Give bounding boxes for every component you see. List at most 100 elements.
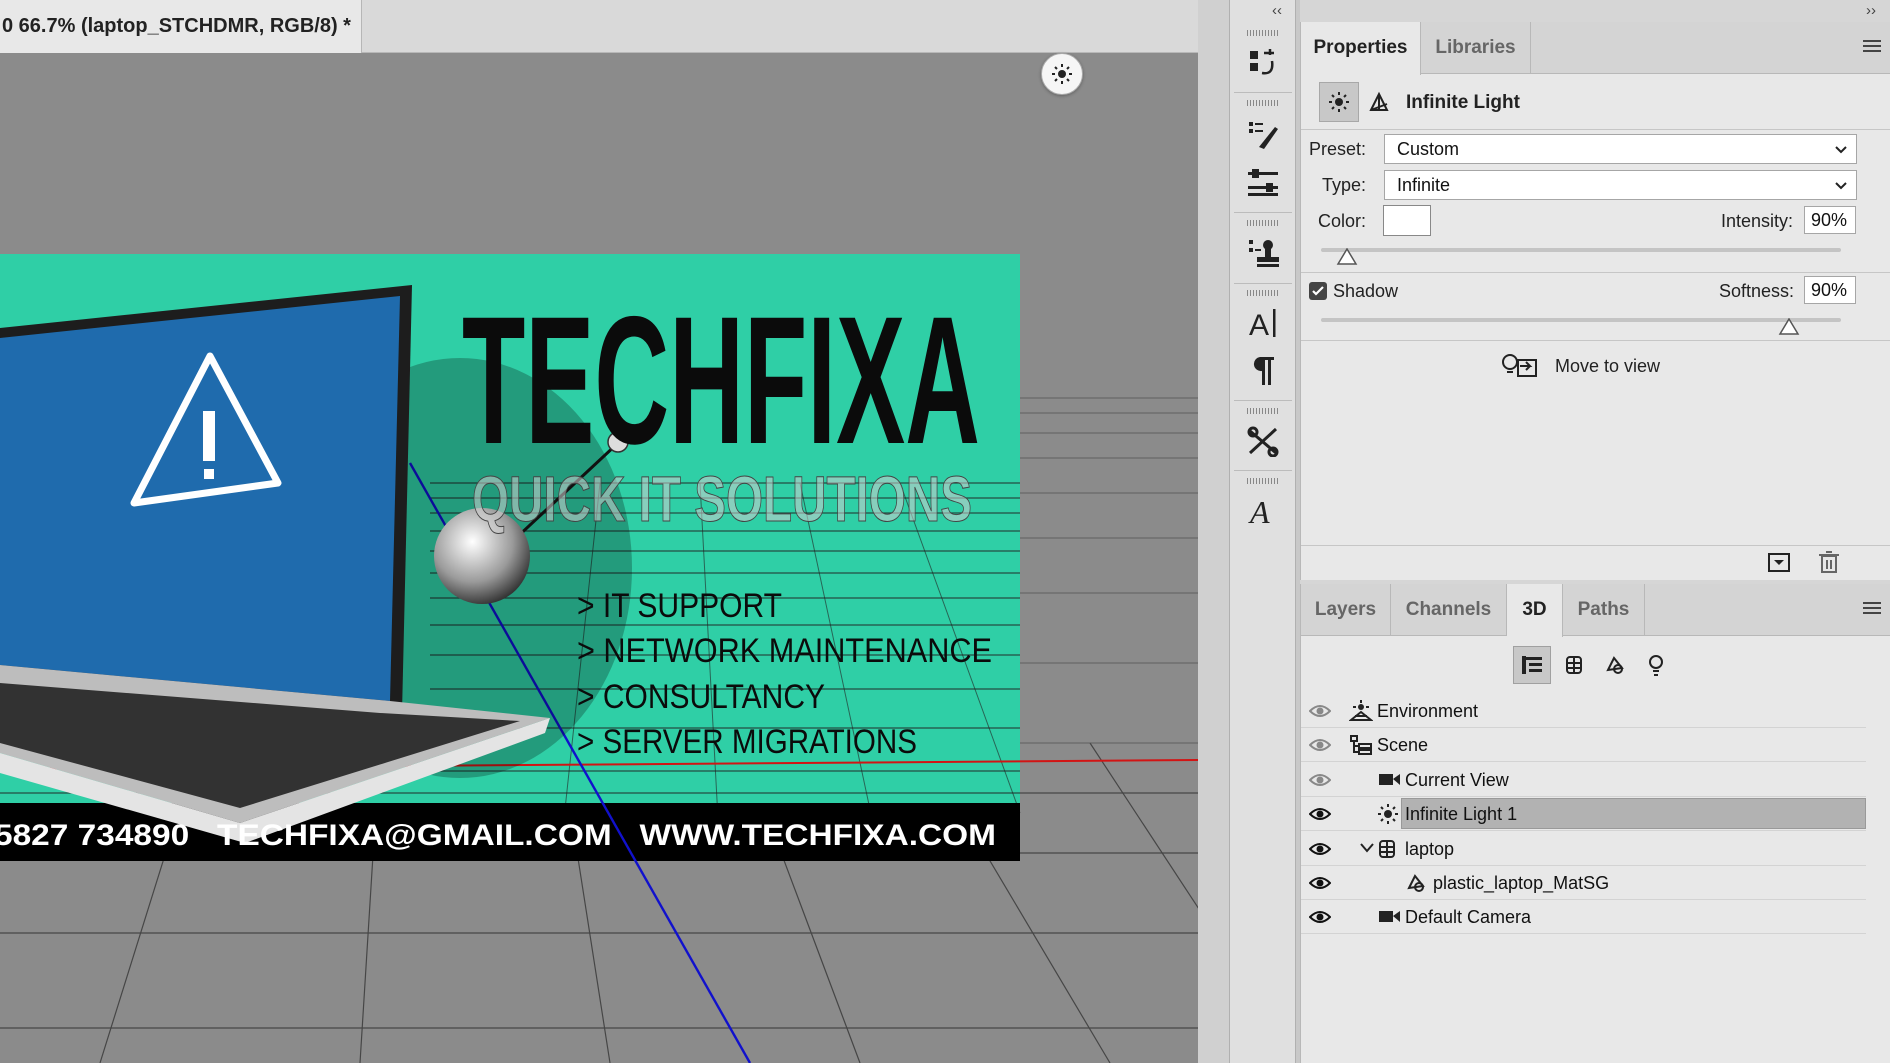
type-select[interactable]: Infinite xyxy=(1384,170,1857,200)
visibility-eye-icon[interactable] xyxy=(1308,907,1332,927)
strip-grip[interactable] xyxy=(1247,290,1279,296)
clone-source-icon[interactable] xyxy=(1242,232,1284,274)
tree-row-label: laptop xyxy=(1405,838,1455,859)
strip-grip[interactable] xyxy=(1247,408,1279,414)
light-type-button[interactable] xyxy=(1319,82,1359,122)
softness-slider-thumb[interactable] xyxy=(1778,317,1800,336)
preset-value: Custom xyxy=(1397,139,1460,159)
preset-label: Preset: xyxy=(1309,139,1367,159)
paragraph-icon[interactable] xyxy=(1242,350,1284,392)
tab-3d[interactable]: 3D xyxy=(1507,584,1563,637)
tab-libraries[interactable]: Libraries xyxy=(1421,22,1531,74)
coordinates-icon[interactable] xyxy=(1367,90,1391,119)
canvas-svg: TECHFIXA QUICK IT SOLUTIONS > IT SUPPORT… xyxy=(0,53,1198,1063)
document-area: 0 66.7% (laptop_STCHDMR, RGB/8) * TECHFI… xyxy=(0,0,1198,1063)
mesh-icon xyxy=(1377,838,1401,860)
tab-channels[interactable]: Channels xyxy=(1391,584,1507,636)
tree-row-label: Environment xyxy=(1377,701,1479,721)
filter-scene-button[interactable] xyxy=(1513,646,1551,684)
softness-input[interactable]: 90% xyxy=(1804,276,1856,304)
tree-row-label: Current View xyxy=(1405,769,1509,790)
adjustments-icon[interactable] xyxy=(1242,162,1284,204)
visibility-eye-icon[interactable] xyxy=(1308,839,1332,859)
tab-paths[interactable]: Paths xyxy=(1563,584,1645,636)
tree-row[interactable]: plastic_laptop_MatSG xyxy=(1301,866,1866,900)
trash-icon[interactable] xyxy=(1818,550,1840,579)
light-icon xyxy=(1377,803,1401,825)
scene-icon xyxy=(1349,734,1373,756)
filter-materials-button[interactable] xyxy=(1596,646,1634,684)
shadow-checkbox[interactable] xyxy=(1309,282,1327,300)
strip-grip[interactable] xyxy=(1247,30,1279,36)
tree-row[interactable]: Environment xyxy=(1301,694,1866,728)
history-icon[interactable] xyxy=(1242,42,1284,84)
tool-presets-icon[interactable] xyxy=(1242,420,1284,462)
tree-row[interactable]: Scene xyxy=(1301,728,1866,763)
move-to-view-button[interactable]: Move to view xyxy=(1500,352,1710,386)
3d-canvas[interactable]: TECHFIXA QUICK IT SOLUTIONS > IT SUPPORT… xyxy=(0,53,1198,1063)
chevron-down-icon xyxy=(1835,146,1847,154)
strip-grip[interactable] xyxy=(1247,100,1279,106)
strip-grip[interactable] xyxy=(1247,220,1279,226)
color-label: Color: xyxy=(1318,211,1367,231)
filter-meshes-button[interactable] xyxy=(1555,646,1593,684)
tab-properties[interactable]: Properties xyxy=(1301,22,1421,75)
service-2: > NETWORK MAINTENANCE xyxy=(577,632,992,670)
softness-label: Softness: xyxy=(1719,281,1795,301)
visibility-eye-icon[interactable] xyxy=(1308,735,1332,755)
brush-presets-icon[interactable] xyxy=(1242,113,1284,155)
tree-row-label: Default Camera xyxy=(1405,907,1532,928)
visibility-eye-icon[interactable] xyxy=(1308,701,1332,721)
chevron-down-icon xyxy=(1835,182,1847,190)
camera-icon xyxy=(1377,769,1401,791)
collapse-left-button[interactable]: ‹‹ xyxy=(1272,2,1282,19)
type-label: Type: xyxy=(1322,175,1367,195)
tree-row-label: Infinite Light 1 xyxy=(1405,804,1518,825)
light-widget-button[interactable] xyxy=(1041,53,1083,95)
document-tab-bar: 0 66.7% (laptop_STCHDMR, RGB/8) * xyxy=(0,0,1198,53)
sun-icon xyxy=(1052,64,1072,84)
checkmark-icon xyxy=(1312,286,1324,296)
filter-lights-button[interactable] xyxy=(1637,646,1675,684)
photoshop-window: 0 66.7% (laptop_STCHDMR, RGB/8) * TECHFI… xyxy=(0,0,1890,1063)
intensity-slider-track[interactable] xyxy=(1321,248,1841,252)
shadow-label: Shadow xyxy=(1333,281,1399,301)
strip-grip[interactable] xyxy=(1247,478,1279,484)
tab-layers[interactable]: Layers xyxy=(1301,584,1391,636)
mesh-icon xyxy=(1566,656,1582,674)
tree-row[interactable]: Default Camera xyxy=(1301,900,1866,935)
tree-row-label: plastic_laptop_MatSG xyxy=(1433,873,1610,893)
intensity-input[interactable]: 90% xyxy=(1804,206,1856,234)
chevron-down-icon[interactable] xyxy=(1359,841,1375,860)
preset-select[interactable]: Custom xyxy=(1384,134,1857,164)
brand-title: TECHFIXA xyxy=(462,278,980,482)
move-to-view-label: Move to view xyxy=(1555,356,1661,376)
softness-slider-track[interactable] xyxy=(1321,318,1841,322)
document-tab[interactable]: 0 66.7% (laptop_STCHDMR, RGB/8) * xyxy=(0,0,362,53)
panel-icon-strip: ‹‹ A A xyxy=(1229,0,1296,1063)
intensity-slider-thumb[interactable] xyxy=(1336,247,1358,266)
move-to-view-icon xyxy=(1502,354,1537,377)
properties-tab-row: Properties Libraries xyxy=(1301,22,1890,75)
tree-row[interactable]: Infinite Light 1 xyxy=(1301,797,1866,832)
panel-menu-icon[interactable] xyxy=(1863,602,1881,621)
lightbulb-icon xyxy=(1649,655,1663,676)
intensity-label: Intensity: xyxy=(1721,211,1794,231)
visibility-eye-icon[interactable] xyxy=(1308,770,1332,790)
character-icon[interactable]: A xyxy=(1242,302,1284,344)
tree-row[interactable]: laptop xyxy=(1301,832,1866,866)
tree-row-label: Scene xyxy=(1377,735,1429,756)
load-icon[interactable] xyxy=(1767,550,1791,579)
sun-icon xyxy=(1329,92,1349,112)
color-swatch[interactable] xyxy=(1383,205,1431,236)
collapse-right-button[interactable]: ›› xyxy=(1866,2,1876,19)
visibility-eye-icon[interactable] xyxy=(1308,804,1332,824)
service-1: > IT SUPPORT xyxy=(577,587,782,625)
panel-menu-icon[interactable] xyxy=(1863,40,1881,59)
properties-panel: Properties Libraries Infinite Light Pres… xyxy=(1300,22,1890,580)
glyphs-icon[interactable]: A xyxy=(1242,490,1284,532)
layers-tab-row: Layers Channels 3D Paths xyxy=(1301,584,1890,637)
tree-row[interactable]: Current View xyxy=(1301,763,1866,797)
visibility-eye-icon[interactable] xyxy=(1308,873,1332,893)
properties-header-title: Infinite Light xyxy=(1406,92,1520,113)
